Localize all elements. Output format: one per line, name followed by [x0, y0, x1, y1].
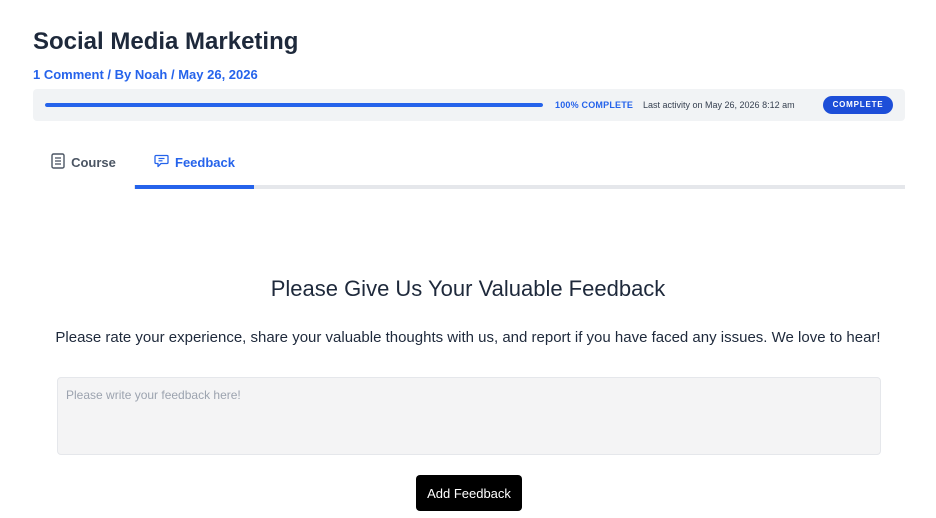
status-badge: COMPLETE	[823, 96, 893, 114]
document-icon	[51, 152, 71, 172]
course-progress: 100% COMPLETE Last activity on May 26, 2…	[33, 89, 905, 121]
date-link[interactable]: May 26, 2026	[178, 67, 258, 82]
progress-bar-fill	[45, 103, 543, 107]
comments-link[interactable]: 1 Comment	[33, 67, 104, 82]
add-feedback-button[interactable]: Add Feedback	[416, 475, 522, 511]
feedback-heading: Please Give Us Your Valuable Feedback	[270, 276, 666, 301]
tab-course[interactable]: Course	[33, 135, 134, 189]
last-activity: Last activity on May 26, 2026 8:12 am	[643, 100, 795, 110]
progress-bar	[45, 103, 543, 107]
page-title: Social Media Marketing	[33, 28, 299, 55]
progress-percent: 100% COMPLETE	[555, 100, 634, 110]
meta-separator: /	[103, 67, 115, 82]
post-meta: 1 Comment / By Noah / May 26, 2026	[33, 67, 258, 82]
tab-course-label: Course	[71, 154, 116, 170]
feedback-subtitle: Please rate your experience, share your …	[55, 329, 881, 346]
author-link[interactable]: By Noah	[115, 67, 168, 82]
tab-feedback[interactable]: Feedback	[135, 135, 254, 189]
meta-separator: /	[167, 67, 179, 82]
tab-bar: Course Feedback	[33, 135, 905, 189]
feedback-input[interactable]	[57, 377, 881, 455]
chat-icon	[154, 154, 175, 171]
tab-feedback-label: Feedback	[175, 154, 235, 170]
